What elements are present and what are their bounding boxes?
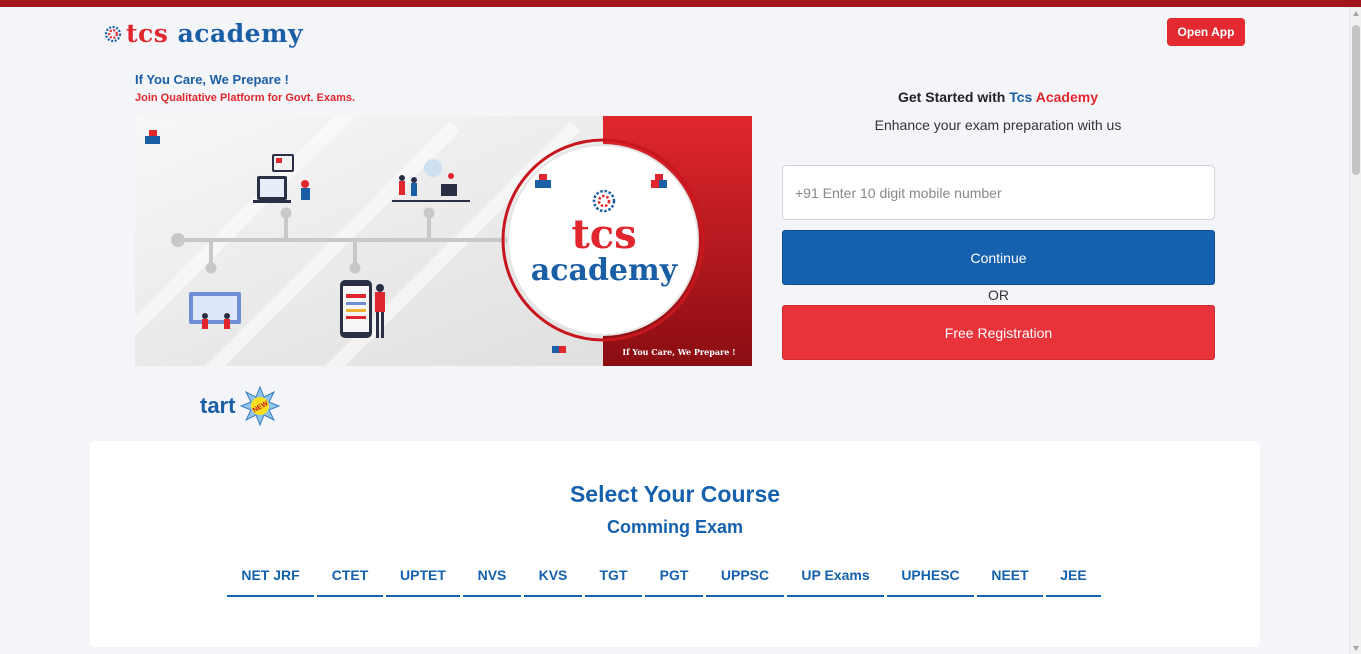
classroom-illustration-icon bbox=[189, 292, 241, 329]
signup-title-brand-tcs: Tcs bbox=[1009, 89, 1033, 105]
course-section-subtitle: Comming Exam bbox=[606, 517, 744, 537]
course-section-title: Select Your Course bbox=[569, 481, 781, 507]
announcement-marquee[interactable]: tart NEW bbox=[200, 386, 281, 426]
banner-illustration: tcs academy If You Care, We Prepare ! bbox=[135, 116, 752, 366]
signup-subtitle: Enhance your exam preparation with us bbox=[874, 117, 1122, 133]
page-scrollbar[interactable] bbox=[1349, 7, 1361, 654]
scroll-up-icon[interactable] bbox=[1353, 11, 1359, 16]
tab-uphesc[interactable]: UPHESC bbox=[887, 555, 974, 597]
tab-ctet[interactable]: CTET bbox=[317, 555, 383, 597]
logo-text-tcs: tcs bbox=[126, 19, 169, 48]
signup-title-brand-academy: Academy bbox=[1035, 89, 1098, 105]
scroll-down-icon[interactable] bbox=[1353, 646, 1359, 651]
course-selection-card: Select Your Course Comming Exam NET JRF … bbox=[90, 441, 1260, 647]
or-divider: OR bbox=[988, 287, 1009, 303]
tab-nvs[interactable]: NVS bbox=[463, 555, 521, 597]
tab-uptet[interactable]: UPTET bbox=[386, 555, 460, 597]
banner-logo-tcs: tcs bbox=[571, 211, 636, 258]
tab-tgt[interactable]: TGT bbox=[585, 555, 642, 597]
hero-tagline: If You Care, We Prepare ! bbox=[135, 72, 289, 87]
logo-dots-icon bbox=[104, 25, 122, 43]
mobile-app-illustration-icon bbox=[340, 280, 385, 338]
signup-title-prefix: Get Started with bbox=[898, 89, 1006, 105]
tab-pgt[interactable]: PGT bbox=[645, 555, 703, 597]
banner-caption: If You Care, We Prepare ! bbox=[622, 347, 735, 357]
logo-text-academy: academy bbox=[177, 19, 304, 48]
tab-kvs[interactable]: KVS bbox=[524, 555, 582, 597]
hero-banner: tcs academy If You Care, We Prepare ! bbox=[135, 116, 752, 366]
logo-wordmark: tcs academy bbox=[126, 18, 303, 50]
new-badge-icon: NEW bbox=[240, 386, 281, 426]
banner-logo-academy: academy bbox=[531, 253, 679, 288]
continue-button[interactable]: Continue bbox=[782, 230, 1215, 285]
cube-icon bbox=[552, 346, 566, 353]
tab-net-jrf[interactable]: NET JRF bbox=[227, 555, 314, 597]
mobile-number-input[interactable] bbox=[782, 165, 1215, 220]
course-tabs: NET JRF CTET UPTET NVS KVS TGT PGT UPPSC… bbox=[227, 555, 1101, 597]
tab-neet[interactable]: NEET bbox=[977, 555, 1043, 597]
scrollbar-thumb[interactable] bbox=[1352, 25, 1360, 175]
tab-up-exams[interactable]: UP Exams bbox=[787, 555, 884, 597]
open-app-button[interactable]: Open App bbox=[1167, 18, 1245, 46]
signup-title: Get Started with Tcs Academy bbox=[782, 89, 1214, 105]
tab-uppsc[interactable]: UPPSC bbox=[706, 555, 784, 597]
site-logo[interactable]: tcs academy bbox=[104, 18, 303, 50]
marquee-text: tart bbox=[200, 393, 236, 418]
hero-subtagline: Join Qualitative Platform for Govt. Exam… bbox=[135, 92, 356, 104]
top-accent-bar bbox=[0, 0, 1361, 7]
tab-jee[interactable]: JEE bbox=[1046, 555, 1101, 597]
free-registration-button[interactable]: Free Registration bbox=[782, 305, 1215, 360]
